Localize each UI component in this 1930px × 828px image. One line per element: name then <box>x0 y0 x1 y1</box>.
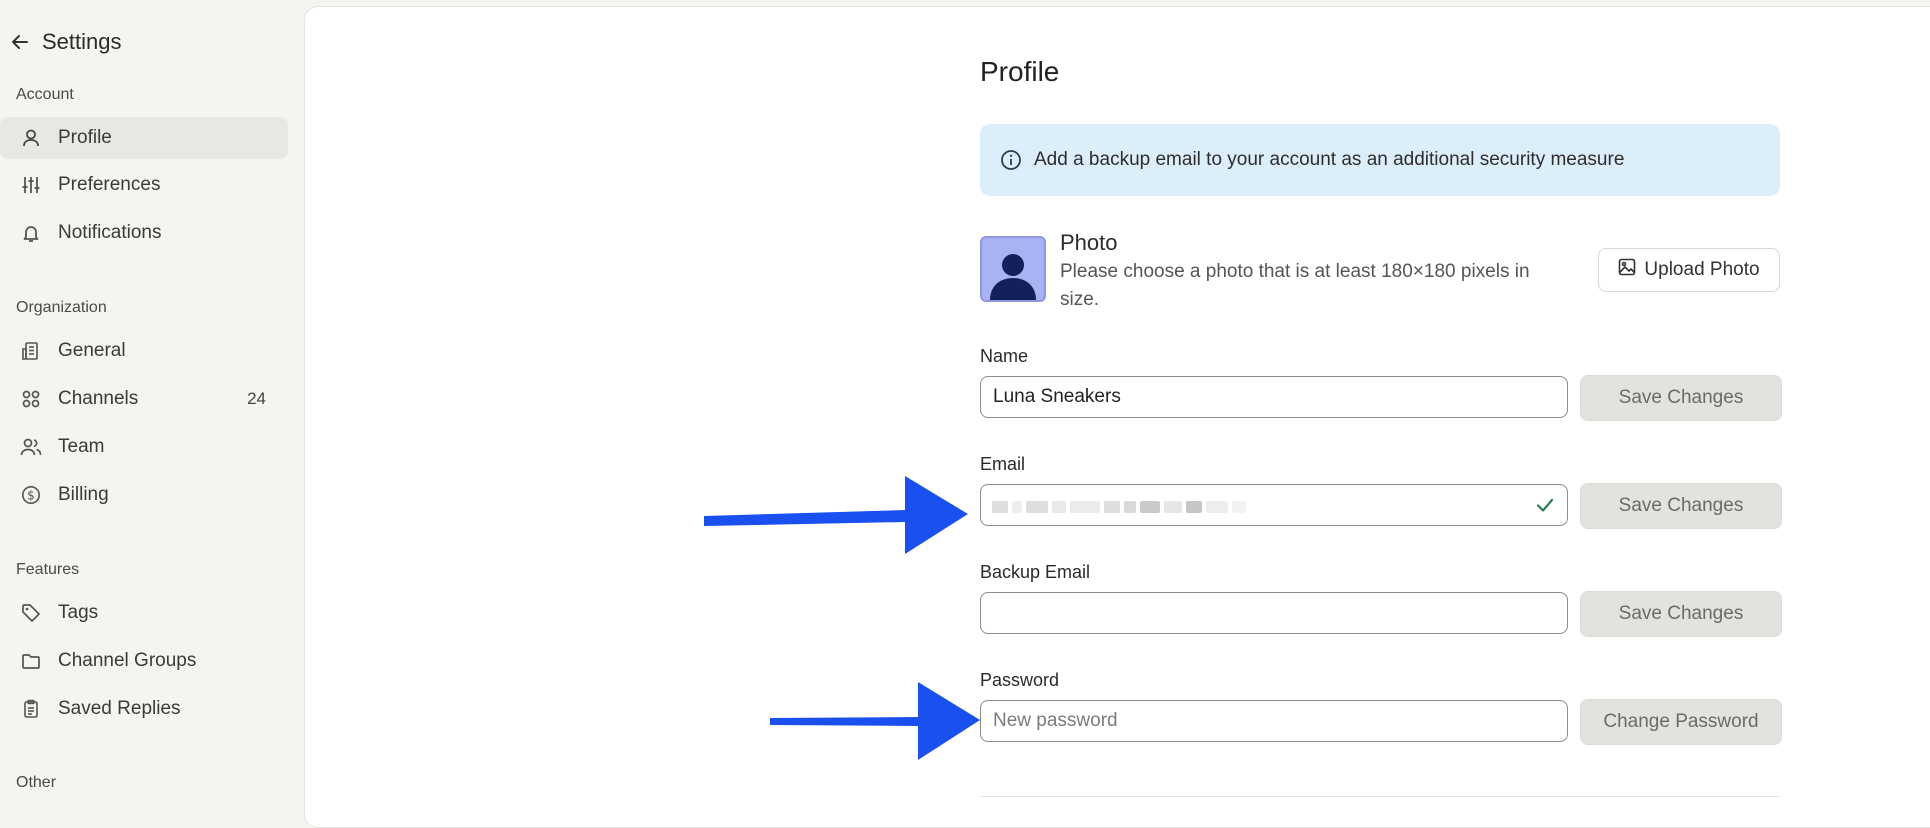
photo-row: Photo Please choose a photo that is at l… <box>980 230 1780 310</box>
sidebar-item-saved-replies[interactable]: Saved Replies <box>0 688 288 730</box>
sidebar-header: Settings <box>6 26 122 58</box>
section-other: Other <box>16 774 57 791</box>
sidebar-item-label: Team <box>58 436 105 457</box>
password-field[interactable] <box>980 700 1568 742</box>
sidebar-item-notifications[interactable]: Notifications <box>0 212 288 254</box>
sidebar-item-label: Channel Groups <box>58 650 197 671</box>
change-password-button[interactable]: Change Password <box>1580 699 1782 745</box>
sidebar-item-billing[interactable]: $ Billing <box>0 474 288 516</box>
save-name-button[interactable]: Save Changes <box>1580 375 1782 421</box>
sidebar-item-label: Notifications <box>58 222 162 243</box>
photo-title: Photo <box>1060 230 1118 255</box>
svg-text:$: $ <box>27 489 35 503</box>
sidebar: Settings Account Profile Preferences Not… <box>0 0 304 806</box>
sidebar-item-label: General <box>58 340 126 361</box>
upload-photo-button[interactable]: Upload Photo <box>1598 248 1780 292</box>
save-email-button[interactable]: Save Changes <box>1580 483 1782 529</box>
save-backup-email-button[interactable]: Save Changes <box>1580 591 1782 637</box>
check-icon <box>1534 494 1558 518</box>
info-icon <box>1000 149 1022 171</box>
sidebar-item-label: Profile <box>58 127 112 148</box>
sidebar-item-preferences[interactable]: Preferences <box>0 164 288 206</box>
avatar <box>980 236 1046 302</box>
section-divider <box>980 796 1780 797</box>
channels-grid-icon <box>20 388 42 410</box>
building-icon <box>20 340 42 362</box>
section-account: Account <box>16 86 74 103</box>
tag-icon <box>20 602 42 624</box>
backup-email-field[interactable] <box>980 592 1568 634</box>
sidebar-item-label: Preferences <box>58 174 161 195</box>
sidebar-item-general[interactable]: General <box>0 330 288 372</box>
sidebar-item-channels[interactable]: Channels 24 <box>0 378 288 420</box>
sidebar-item-label: Channels <box>58 388 139 409</box>
team-icon <box>20 436 42 458</box>
arrow-pointing-password-icon <box>770 682 980 760</box>
sidebar-item-label: Saved Replies <box>58 698 181 719</box>
upload-photo-label: Upload Photo <box>1644 259 1760 280</box>
clipboard-icon <box>20 698 42 720</box>
backup-email-label: Backup Email <box>980 562 1091 582</box>
back-arrow-icon[interactable] <box>6 28 34 56</box>
info-banner: Add a backup email to your account as an… <box>980 124 1780 196</box>
page-title: Profile <box>980 56 1060 87</box>
sidebar-title: Settings <box>42 29 122 54</box>
arrow-pointing-email-icon <box>704 476 968 554</box>
name-label: Name <box>980 346 1029 366</box>
name-field[interactable] <box>980 376 1568 418</box>
dollar-circle-icon: $ <box>20 484 42 506</box>
sidebar-item-profile[interactable]: Profile <box>0 117 288 159</box>
photo-description: Please choose a photo that is at least 1… <box>1060 261 1530 310</box>
sidebar-item-team[interactable]: Team <box>0 426 288 468</box>
sidebar-item-label: Billing <box>58 484 109 505</box>
banner-text: Add a backup email to your account as an… <box>1034 149 1625 170</box>
folder-icon <box>20 650 42 672</box>
sidebar-item-channel-groups[interactable]: Channel Groups <box>0 640 288 682</box>
email-redacted-value <box>992 492 1272 522</box>
password-label: Password <box>980 670 1060 690</box>
section-features: Features <box>16 561 80 578</box>
section-organization: Organization <box>16 299 107 316</box>
sliders-icon <box>20 174 42 196</box>
sidebar-item-tags[interactable]: Tags <box>0 592 288 634</box>
bell-icon <box>20 222 42 244</box>
person-silhouette-icon <box>990 254 1036 300</box>
email-label: Email <box>980 454 1026 474</box>
image-icon <box>1618 258 1636 282</box>
sidebar-item-label: Tags <box>58 602 99 623</box>
channels-count-badge: 24 <box>247 389 266 408</box>
user-icon <box>20 127 42 149</box>
